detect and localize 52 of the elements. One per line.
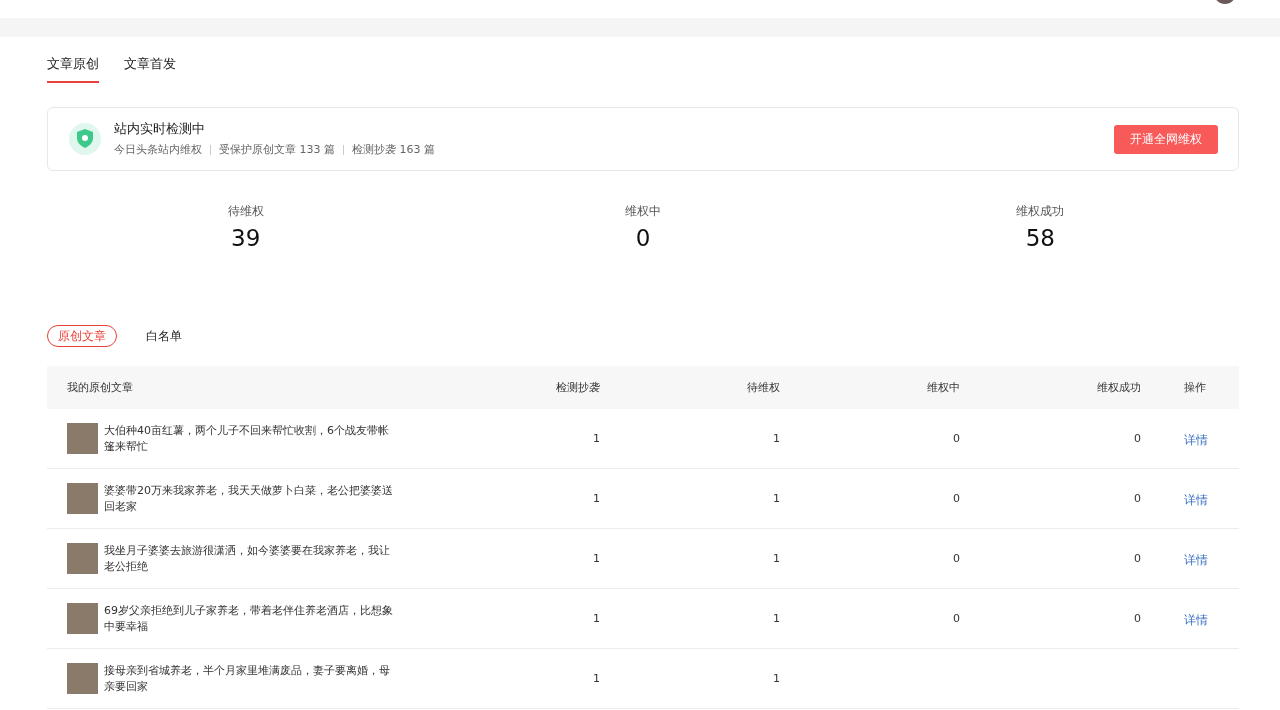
table-cell-text: 1 <box>772 492 780 505</box>
table-cell-text: 1 <box>592 612 600 625</box>
status-detail: 受保护原创文章 133 篇 <box>219 142 335 157</box>
table-cell-text: 0 <box>1133 492 1141 505</box>
table-cell-text: 0 <box>1133 552 1141 565</box>
table-cell-text: 0 <box>1133 612 1141 625</box>
stat-value: 58 <box>1025 225 1055 251</box>
stat-label: 维权成功 <box>1016 204 1065 219</box>
status-detail: 检测抄袭 163 篇 <box>352 142 435 157</box>
tab[interactable]: 文章首发 <box>124 55 176 83</box>
article-title[interactable]: 接母亲到省城养老，半个月家里堆满废品，妻子要离婚，母亲要回家 <box>104 662 394 695</box>
article-title[interactable]: 69岁父亲拒绝到儿子家养老，带着老伴住养老酒店，比想象中要幸福 <box>104 602 394 635</box>
table-cell-text: 1 <box>772 432 780 445</box>
article-title[interactable]: 大伯种40亩红薯，两个儿子不回来帮忙收割，6个战友带帐篷来帮忙 <box>104 422 394 455</box>
filter-tab[interactable]: 原创文章 <box>47 325 117 347</box>
column-header: 维权成功 <box>1096 379 1141 395</box>
photo-placeholder <box>67 663 98 694</box>
column-header: 待维权 <box>746 379 780 395</box>
table-cell-text: 0 <box>952 552 960 565</box>
details-link[interactable]: 详情 <box>1141 613 1208 627</box>
photo-placeholder <box>67 423 98 454</box>
table-cell-text: 0 <box>952 432 960 445</box>
table-cell-text: 0 <box>1133 432 1141 445</box>
stat-label: 维权中 <box>625 204 661 219</box>
article-title[interactable]: 我坐月子婆婆去旅游很潇洒，如今婆婆要在我家养老，我让老公拒绝 <box>104 542 394 575</box>
article-title[interactable]: 婆婆带20万来我家养老，我天天做萝卜白菜，老公把婆婆送回老家 <box>104 482 394 515</box>
table-cell-text: 0 <box>952 612 960 625</box>
table-cell-text: 1 <box>592 432 600 445</box>
column-header: 操作 <box>1183 379 1207 395</box>
table-cell-text: 1 <box>772 612 780 625</box>
column-header: 我的原创文章 <box>66 379 134 395</box>
status-detail: 今日头条站内维权 <box>114 142 202 157</box>
stat-value: 0 <box>635 225 651 251</box>
photo-placeholder <box>67 603 98 634</box>
stat-value: 39 <box>231 225 261 251</box>
tab[interactable]: 文章原创 <box>47 55 99 83</box>
table-cell-text: 1 <box>592 672 600 685</box>
column-header: 维权中 <box>926 379 960 395</box>
column-header: 检测抄袭 <box>555 379 600 395</box>
photo-placeholder <box>67 483 98 514</box>
details-link[interactable]: 详情 <box>1141 433 1208 447</box>
details-link[interactable]: 详情 <box>1141 553 1208 567</box>
table-cell-text: 1 <box>772 552 780 565</box>
photo-placeholder <box>67 543 98 574</box>
table-cell-text: 1 <box>772 672 780 685</box>
shield-icon <box>68 122 102 156</box>
table-cell-text: 1 <box>592 552 600 565</box>
table-cell-text: 0 <box>952 492 960 505</box>
table-cell-text: 1 <box>592 492 600 505</box>
status-title: 站内实时检测中 <box>114 121 206 138</box>
stat-label: 待维权 <box>227 204 264 219</box>
details-link[interactable]: 详情 <box>1141 493 1208 507</box>
